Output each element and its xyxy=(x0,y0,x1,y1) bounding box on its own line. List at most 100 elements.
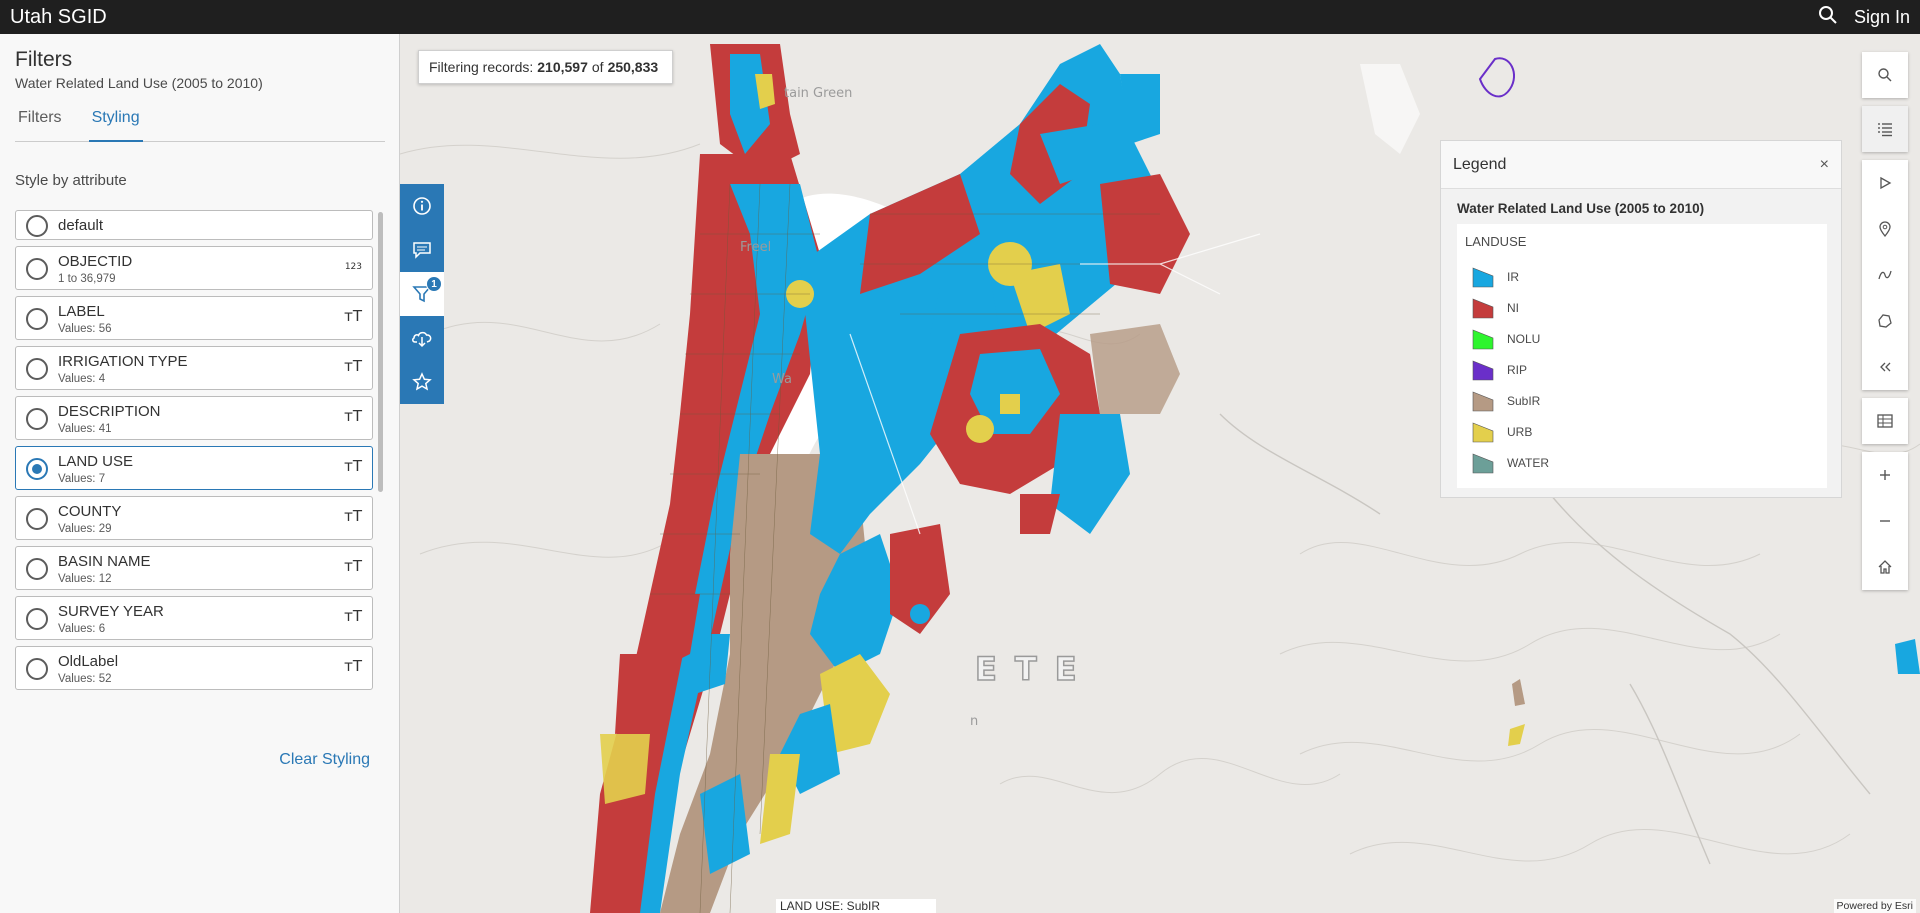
filter-prefix: Filtering records: xyxy=(429,59,534,75)
comment-button[interactable] xyxy=(400,228,444,272)
download-button[interactable] xyxy=(400,316,444,360)
map-view[interactable]: tain Green Freel Wa n ETE Filtering reco… xyxy=(400,34,1920,913)
text-type-icon: тT xyxy=(344,407,362,425)
attribute-option[interactable]: OldLabel Values: 52 тT xyxy=(15,646,373,690)
place-label: n xyxy=(970,714,979,729)
radio-button[interactable] xyxy=(26,508,48,530)
attribute-option[interactable]: DESCRIPTION Values: 41 тT xyxy=(15,396,373,440)
select-button[interactable] xyxy=(1862,160,1908,206)
legend-label: IR xyxy=(1507,269,1519,284)
attribute-option[interactable]: LAND USE Values: 7 тT xyxy=(15,446,373,490)
radio-button[interactable] xyxy=(26,408,48,430)
legend-swatch xyxy=(1472,298,1494,318)
map-tools xyxy=(1862,52,1920,598)
attribute-name: LABEL xyxy=(58,303,105,320)
attribute-summary: Values: 12 xyxy=(58,573,112,585)
layer-subtitle: Water Related Land Use (2005 to 2010) xyxy=(15,75,263,91)
measure-button[interactable] xyxy=(1862,206,1908,252)
attribute-option[interactable]: LABEL Values: 56 тT xyxy=(15,296,373,340)
filter-count: 210,597 xyxy=(537,59,588,75)
zoom-in-button[interactable] xyxy=(1862,452,1908,498)
draw-line-icon xyxy=(1878,270,1892,280)
tab-styling[interactable]: Styling xyxy=(88,109,143,142)
draw-line-button[interactable] xyxy=(1862,252,1908,298)
select-arrow-icon xyxy=(1880,176,1892,190)
filter-badge: 1 xyxy=(426,276,442,292)
home-button[interactable] xyxy=(1862,544,1908,590)
attribute-name: default xyxy=(58,217,104,234)
map-search-button[interactable] xyxy=(1862,52,1908,98)
legend-swatch xyxy=(1472,329,1494,349)
collapse-tools-button[interactable] xyxy=(1862,344,1908,390)
feature-hover-label: LAND USE: SubIR xyxy=(776,899,936,913)
attribute-summary: Values: 7 xyxy=(58,473,106,485)
attribute-option[interactable]: OBJECTID 1 to 36,979 123 xyxy=(15,246,373,290)
legend-field-name: LANDUSE xyxy=(1465,234,1527,249)
shape-icon xyxy=(1878,314,1892,328)
table-icon xyxy=(1877,414,1893,428)
attribute-summary: Values: 41 xyxy=(58,423,112,435)
attribute-name: OBJECTID xyxy=(58,253,133,270)
download-icon xyxy=(412,331,432,348)
place-label: Freel xyxy=(740,240,772,255)
favorite-button[interactable] xyxy=(400,360,444,404)
radio-button[interactable] xyxy=(26,658,48,680)
attribute-summary: Values: 56 xyxy=(58,323,112,335)
info-button[interactable] xyxy=(400,184,444,228)
attribution[interactable]: Powered by Esri xyxy=(1833,899,1916,913)
legend-swatch xyxy=(1472,422,1494,442)
zoom-out-icon xyxy=(1880,520,1890,522)
filters-panel: Filters Water Related Land Use (2005 to … xyxy=(0,34,400,913)
filter-button[interactable]: 1 xyxy=(400,272,444,316)
legend-swatch xyxy=(1472,453,1494,473)
legend-header: Legend × xyxy=(1441,141,1841,189)
zoom-in-icon xyxy=(1880,470,1890,480)
clear-styling-button[interactable]: Clear Styling xyxy=(279,751,370,769)
radio-button[interactable] xyxy=(26,458,48,480)
attribute-name: IRRIGATION TYPE xyxy=(58,353,188,370)
radio-button[interactable] xyxy=(26,258,48,280)
radio-button[interactable] xyxy=(26,308,48,330)
attribute-table-button[interactable] xyxy=(1862,398,1908,444)
radio-button[interactable] xyxy=(26,215,48,237)
attribute-option[interactable]: IRRIGATION TYPE Values: 4 тT xyxy=(15,346,373,390)
close-icon[interactable]: × xyxy=(1820,156,1829,174)
legend-label: URB xyxy=(1507,424,1533,439)
draw-shape-button[interactable] xyxy=(1862,298,1908,344)
radio-button[interactable] xyxy=(26,558,48,580)
text-type-icon: тT xyxy=(344,507,362,525)
attribute-option[interactable]: BASIN NAME Values: 12 тT xyxy=(15,546,373,590)
attribute-option[interactable]: COUNTY Values: 29 тT xyxy=(15,496,373,540)
legend-item: RIP xyxy=(1465,354,1819,385)
legend-item: URB xyxy=(1465,416,1819,447)
legend-label: RIP xyxy=(1507,362,1528,377)
attribute-option[interactable]: SURVEY YEAR Values: 6 тT xyxy=(15,596,373,640)
legend-list-icon xyxy=(1878,123,1892,137)
place-label: Wa xyxy=(772,372,792,387)
attribute-option[interactable]: default xyxy=(15,210,373,240)
legend-item: NOLU xyxy=(1465,323,1819,354)
collapse-icon xyxy=(1880,362,1891,372)
attribute-name: BASIN NAME xyxy=(58,553,151,570)
attribute-list-scrollbar[interactable] xyxy=(378,212,383,492)
legend-layer-name: Water Related Land Use (2005 to 2010) xyxy=(1457,201,1705,216)
number-type-icon: 123 xyxy=(344,262,362,272)
tab-filters[interactable]: Filters xyxy=(15,109,65,141)
attribute-name: DESCRIPTION xyxy=(58,403,161,420)
tool-group-drawing xyxy=(1862,160,1908,390)
legend-swatch xyxy=(1472,391,1494,411)
radio-button[interactable] xyxy=(26,358,48,380)
widget-toolbar: 1 xyxy=(400,184,444,404)
filter-of: of xyxy=(591,59,604,75)
tool-group-zoom xyxy=(1862,452,1908,590)
zoom-out-button[interactable] xyxy=(1862,498,1908,544)
radio-button[interactable] xyxy=(26,608,48,630)
text-type-icon: тT xyxy=(344,657,362,675)
panel-tabs: Filters Styling xyxy=(15,109,385,142)
search-icon[interactable] xyxy=(1818,5,1838,30)
legend-label: WATER xyxy=(1507,455,1549,470)
legend-item: IR xyxy=(1465,261,1819,292)
sign-in-link[interactable]: Sign In xyxy=(1854,7,1910,28)
legend-button[interactable] xyxy=(1862,106,1908,152)
tool-group-table xyxy=(1862,398,1908,444)
